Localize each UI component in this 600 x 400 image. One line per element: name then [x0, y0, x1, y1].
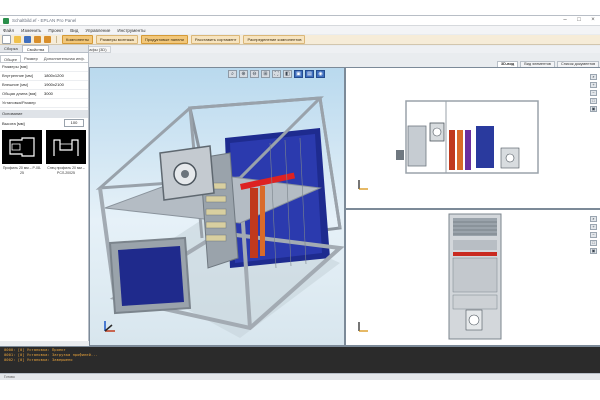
prop-key: Установка/Размер — [2, 100, 36, 105]
app-icon — [3, 17, 9, 24]
menu-view[interactable]: Вид — [70, 28, 78, 33]
tab-properties[interactable]: Свойства — [21, 45, 50, 52]
toolbar: Компоненты Размеры монтажа Продуктовые п… — [0, 35, 600, 45]
profile-preview-image — [2, 130, 42, 164]
section-view-icon[interactable]: ◧ — [283, 70, 292, 78]
prop-key: Размеры [мм] — [2, 64, 28, 69]
profile-card[interactable]: Спец профиль 20 мм – РСЛ-20025 — [46, 130, 86, 175]
prop-key: Общая длина [мм] — [2, 91, 37, 96]
fullscreen-icon[interactable]: ▣ — [590, 248, 597, 254]
tab-assembly[interactable]: Сборка — [0, 45, 22, 52]
fit-view-icon[interactable]: □ — [590, 240, 597, 246]
viewport-front[interactable]: ⌕ + − □ ▣ — [345, 209, 600, 346]
prop-value[interactable]: 1800x1200 — [44, 72, 64, 80]
zoom-in-icon[interactable]: ⊕ — [239, 70, 248, 78]
fit-view-icon[interactable]: ⊞ — [261, 70, 270, 78]
minimize-button[interactable]: – — [558, 16, 572, 25]
axis-gizmo-icon — [104, 321, 115, 332]
profile-caption: Спец профиль 20 мм – РСЛ-20025 — [47, 166, 85, 175]
undo-icon[interactable] — [34, 36, 41, 43]
zoom-search-icon[interactable]: ⌕ — [228, 70, 237, 78]
prop-key: Внутренние [мм] — [2, 73, 33, 78]
height-row: Высота [мм] 100 — [0, 118, 88, 128]
viewport-3d[interactable] — [89, 67, 345, 346]
prop-row: Общая длина [мм] 3000 — [0, 90, 88, 99]
height-label: Высота [мм] — [2, 120, 25, 126]
section-header-base[interactable]: Основание — [0, 110, 88, 118]
menu-project[interactable]: Проект — [48, 28, 63, 33]
prop-row: Внутренние [мм] 1800x1200 — [0, 72, 88, 81]
prop-value[interactable]: 3000 — [44, 90, 53, 98]
place-profiles-button[interactable]: Расставить сортамент — [190, 35, 241, 44]
menu-file[interactable]: Файл — [3, 28, 14, 33]
menu-bar: Файл Изменить Проект Вид Управление Инст… — [0, 26, 600, 34]
window-title: Schaltbild.ef - EPLAN Pro Panel — [12, 18, 77, 23]
status-text: Готово — [4, 375, 15, 379]
prop-row: Внешние [мм] 1900x2100 — [0, 81, 88, 90]
mounting-sizes-button[interactable]: Размеры монтажа — [96, 35, 138, 44]
components-button[interactable]: Компоненты — [62, 35, 94, 44]
menu-edit[interactable]: Изменить — [21, 28, 41, 33]
zoom-search-icon[interactable]: ⌕ — [590, 216, 597, 222]
cabinet-3d-render — [95, 96, 344, 338]
menu-manage[interactable]: Управление — [85, 28, 110, 33]
close-button[interactable]: × — [586, 16, 600, 25]
zoom-in-icon[interactable]: + — [590, 82, 597, 88]
height-input[interactable]: 100 — [64, 119, 84, 127]
wireframe-view-icon[interactable]: ▤ — [305, 70, 314, 78]
product-panels-button[interactable]: Продуктовые панели — [140, 35, 188, 44]
fullscreen-icon[interactable]: ⛶ — [272, 70, 281, 78]
properties-panel: Сборка Свойства Общее Размер Дополнитель… — [0, 45, 89, 341]
save-icon[interactable] — [24, 36, 31, 43]
zoom-out-icon[interactable]: − — [590, 232, 597, 238]
log-line: 0002: [0] Установка: Завершено — [4, 357, 73, 362]
breadcrumb: Монтажная панель Пространство и Шкафы (3… — [0, 46, 600, 53]
viewport-side[interactable]: ⌕ + − □ ▣ — [345, 67, 600, 209]
distribute-components-button[interactable]: Распределение компонентов — [243, 35, 306, 44]
cabinet-side-render — [396, 100, 539, 174]
prop-row: Размеры [мм] — [0, 63, 88, 72]
zoom-in-icon[interactable]: + — [590, 224, 597, 230]
render-view-icon[interactable]: ◉ — [316, 70, 325, 78]
solid-view-icon[interactable]: ▣ — [294, 70, 303, 78]
axis-gizmo-icon — [358, 322, 368, 332]
prop-row: Установка/Размер — [0, 99, 88, 108]
status-bar: Готово — [0, 373, 600, 380]
zoom-out-icon[interactable]: ⊖ — [250, 70, 259, 78]
maximize-button[interactable]: □ — [572, 16, 586, 25]
subtab-general[interactable]: Общее — [0, 55, 22, 62]
profile-preview-image — [46, 130, 86, 164]
front-viewport-tools: ⌕ + − □ ▣ — [590, 216, 597, 254]
prop-value[interactable]: 1900x2100 — [44, 81, 64, 89]
new-icon[interactable] — [2, 35, 11, 44]
fit-view-icon[interactable]: □ — [590, 98, 597, 104]
profile-list: Профиль 20 мм – Р-08-25 Спец профиль 20 … — [0, 128, 88, 177]
zoom-search-icon[interactable]: ⌕ — [590, 74, 597, 80]
redo-icon[interactable] — [44, 36, 51, 43]
menu-tools[interactable]: Инструменты — [117, 28, 145, 33]
viewport-toolbar: ⌕ ⊕ ⊖ ⊞ ⛶ ◧ ▣ ▤ ◉ — [228, 70, 325, 78]
cabinet-front-render — [448, 213, 502, 340]
open-icon[interactable] — [14, 36, 21, 43]
toolbar-divider — [56, 36, 57, 43]
axis-gizmo-icon — [358, 180, 368, 190]
zoom-out-icon[interactable]: − — [590, 90, 597, 96]
subtab-size[interactable]: Размер — [21, 55, 41, 62]
side-viewport-tools: ⌕ + − □ ▣ — [590, 74, 597, 112]
profile-card[interactable]: Профиль 20 мм – Р-08-25 — [2, 130, 42, 175]
output-log: 0000: [0] Установка: Проект 0001: [0] Ус… — [0, 346, 600, 374]
title-bar: Schaltbild.ef - EPLAN Pro Panel – □ × — [0, 16, 600, 26]
profile-caption: Профиль 20 мм – Р-08-25 — [2, 166, 42, 175]
fullscreen-icon[interactable]: ▣ — [590, 106, 597, 112]
subtab-extra-info[interactable]: Дополнительная инф. — [41, 55, 88, 62]
prop-key: Внешние [мм] — [2, 82, 28, 87]
